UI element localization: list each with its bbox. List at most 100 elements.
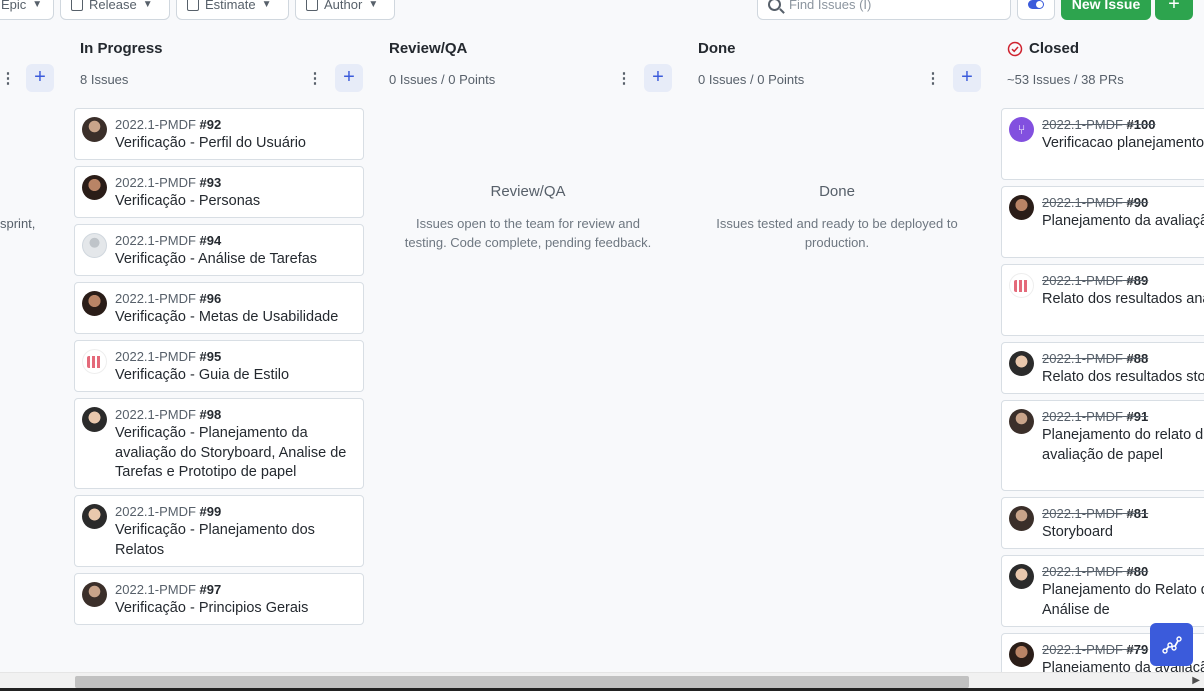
graph-icon: [1161, 635, 1182, 654]
issue-reference[interactable]: 2022.1-PMDF #91: [1042, 409, 1148, 424]
epic-filter-label: Epic: [1, 0, 27, 12]
empty-state-description: Issues tested and ready to be deployed t…: [716, 216, 958, 250]
issue-card[interactable]: 2022.1-PMDF #95 Verificação - Guia de Est…: [74, 340, 364, 392]
avatar: [82, 291, 107, 316]
issue-reference[interactable]: 2022.1-PMDF #89: [1042, 273, 1148, 288]
column-count: 0 Issues / 0 Points: [698, 72, 805, 87]
new-plus-button[interactable]: +: [1155, 0, 1193, 20]
issue-reference[interactable]: 2022.1-PMDF #90: [1042, 195, 1148, 210]
column-menu-icon[interactable]: ⋮: [307, 70, 323, 88]
repo-name: 2022.1-PMDF: [1042, 195, 1123, 210]
issue-number: #98: [199, 407, 222, 422]
issue-card[interactable]: 2022.1-PMDF #97 Verificação - Principios …: [74, 573, 364, 625]
issue-card[interactable]: 2022.1-PMDF #94 Verificação - Análise de …: [74, 224, 364, 276]
issue-card[interactable]: 2022.1-PMDF #88 Relato dos resultados sto: [1001, 342, 1204, 394]
issue-reference[interactable]: 2022.1-PMDF #88: [1042, 351, 1148, 366]
issue-card[interactable]: 2022.1-PMDF #89 Relato dos resultados ana…: [1001, 264, 1204, 336]
issue-reference[interactable]: 2022.1-PMDF #96: [115, 291, 221, 306]
repo-name: 2022.1-PMDF: [115, 117, 196, 132]
issue-card[interactable]: 2022.1-PMDF #81 Storyboard: [1001, 497, 1204, 549]
issue-title[interactable]: Verificação - Principios Gerais: [115, 599, 355, 619]
issue-card[interactable]: 2022.1-PMDF #90 Planejamento da avaliação…: [1001, 186, 1204, 258]
scrollbar-thumb[interactable]: [75, 676, 969, 688]
issue-card[interactable]: 2022.1-PMDF #80 Planejamento do Relato d …: [1001, 555, 1204, 627]
release-filter-button[interactable]: Release ▼: [60, 0, 170, 20]
chevron-down-icon: ▼: [142, 0, 153, 10]
add-issue-button[interactable]: +: [644, 64, 672, 92]
column-title: Done: [698, 40, 736, 57]
issue-card[interactable]: 2022.1-PMDF #93 Verificação - Personas: [74, 166, 364, 218]
issue-title[interactable]: Verificação - Análise de Tarefas: [115, 250, 355, 270]
issue-card[interactable]: ⑂ 2022.1-PMDF #100 Verificacao planejament…: [1001, 108, 1204, 180]
estimate-filter-button[interactable]: Estimate ▼: [176, 0, 289, 20]
issue-card[interactable]: 2022.1-PMDF #99 Verificação - Planejament…: [74, 495, 364, 567]
issue-reference[interactable]: 2022.1-PMDF #97: [115, 582, 221, 597]
add-issue-button[interactable]: +: [26, 64, 54, 92]
avatar: [82, 175, 107, 200]
avatar: [82, 117, 107, 142]
issue-title[interactable]: Verificação - Planejamento dos Relatos: [115, 521, 355, 560]
view-toggle-button[interactable]: [1017, 0, 1055, 20]
insights-button[interactable]: [1150, 623, 1193, 666]
issue-title[interactable]: Verificação - Planejamento da avaliação …: [115, 424, 355, 483]
issue-title[interactable]: Verificação - Metas de Usabilidade: [115, 308, 355, 328]
repo-name: 2022.1-PMDF: [115, 233, 196, 248]
avatar: [1009, 506, 1034, 531]
repo-name: 2022.1-PMDF: [1042, 273, 1123, 288]
column-menu-icon[interactable]: ⋮: [925, 70, 941, 88]
board-toolbar: Epic ▼ Release ▼ Estimate ▼ Author ▼ Fin…: [0, 0, 1204, 20]
estimate-filter-label: Estimate: [205, 0, 256, 12]
issue-title[interactable]: Verificação - Guia de Estilo: [115, 366, 355, 386]
scroll-right-arrow-icon[interactable]: ▶: [1192, 675, 1200, 686]
issue-number: #99: [199, 504, 222, 519]
issue-title[interactable]: Relato dos resultados sto: [1042, 368, 1204, 388]
add-issue-button[interactable]: +: [335, 64, 363, 92]
repo-name: 2022.1-PMDF: [115, 407, 196, 422]
new-issue-button[interactable]: New Issue: [1061, 0, 1151, 20]
issue-reference[interactable]: 2022.1-PMDF #94: [115, 233, 221, 248]
empty-state-description: Issues open to the team for review and t…: [404, 216, 652, 250]
issue-title[interactable]: Verificacao planejamento tarefas prot pa…: [1042, 134, 1204, 154]
column-title-label: Closed: [1029, 40, 1080, 57]
author-filter-button[interactable]: Author ▼: [295, 0, 395, 20]
issue-number: #92: [199, 117, 222, 132]
issue-card[interactable]: 2022.1-PMDF #92 Verificação - Perfil do U…: [74, 108, 364, 160]
issue-title[interactable]: Verificação - Personas: [115, 192, 355, 212]
search-placeholder: Find Issues (I): [789, 0, 872, 12]
epic-filter-button[interactable]: Epic ▼: [0, 0, 54, 20]
issue-card[interactable]: 2022.1-PMDF #98 Verificação - Planejament…: [74, 398, 364, 489]
search-input[interactable]: Find Issues (I): [757, 0, 1011, 20]
issue-title[interactable]: Relato dos resultados ana tarefas: [1042, 290, 1204, 310]
issue-title[interactable]: Planejamento do relato d resultados da a…: [1042, 426, 1204, 465]
repo-name: 2022.1-PMDF: [115, 582, 196, 597]
issue-reference[interactable]: 2022.1-PMDF #93: [115, 175, 221, 190]
issue-number: #90: [1126, 195, 1149, 210]
column-closed: Closed ~53 Issues / 38 PRs ⑂ 2022.1-PMDF …: [1001, 30, 1204, 672]
column-menu-icon[interactable]: ⋮: [616, 70, 632, 88]
issue-title[interactable]: Verificação - Perfil do Usuário: [115, 134, 355, 154]
issue-title[interactable]: Planejamento do Relato d Resultados da A…: [1042, 581, 1204, 620]
issue-card[interactable]: 2022.1-PMDF #96 Verificação - Metas de Us…: [74, 282, 364, 334]
issue-card[interactable]: 2022.1-PMDF #91 Planejamento do relato d …: [1001, 400, 1204, 491]
repo-name: 2022.1-PMDF: [1042, 117, 1123, 132]
repo-name: 2022.1-PMDF: [1042, 409, 1123, 424]
toggle-icon: [1028, 0, 1044, 9]
issue-reference[interactable]: 2022.1-PMDF #95: [115, 349, 221, 364]
issue-reference[interactable]: 2022.1-PMDF #98: [115, 407, 221, 422]
pull-request-icon: ⑂: [1009, 117, 1034, 142]
issue-number: #97: [199, 582, 222, 597]
issue-reference[interactable]: 2022.1-PMDF #79: [1042, 642, 1148, 657]
column-menu-icon[interactable]: ⋮: [0, 70, 16, 88]
issue-title[interactable]: Planejamento da avaliação protótipo de p…: [1042, 212, 1204, 232]
closed-check-icon: [1007, 41, 1023, 56]
issue-number: #89: [1126, 273, 1149, 288]
issue-reference[interactable]: 2022.1-PMDF #92: [115, 117, 221, 132]
issue-number: #80: [1126, 564, 1149, 579]
add-issue-button[interactable]: +: [953, 64, 981, 92]
issue-reference[interactable]: 2022.1-PMDF #80: [1042, 564, 1148, 579]
issue-reference[interactable]: 2022.1-PMDF #100: [1042, 117, 1155, 132]
issue-reference[interactable]: 2022.1-PMDF #81: [1042, 506, 1148, 521]
issue-number: #93: [199, 175, 222, 190]
issue-reference[interactable]: 2022.1-PMDF #99: [115, 504, 221, 519]
issue-title[interactable]: Storyboard: [1042, 523, 1204, 543]
